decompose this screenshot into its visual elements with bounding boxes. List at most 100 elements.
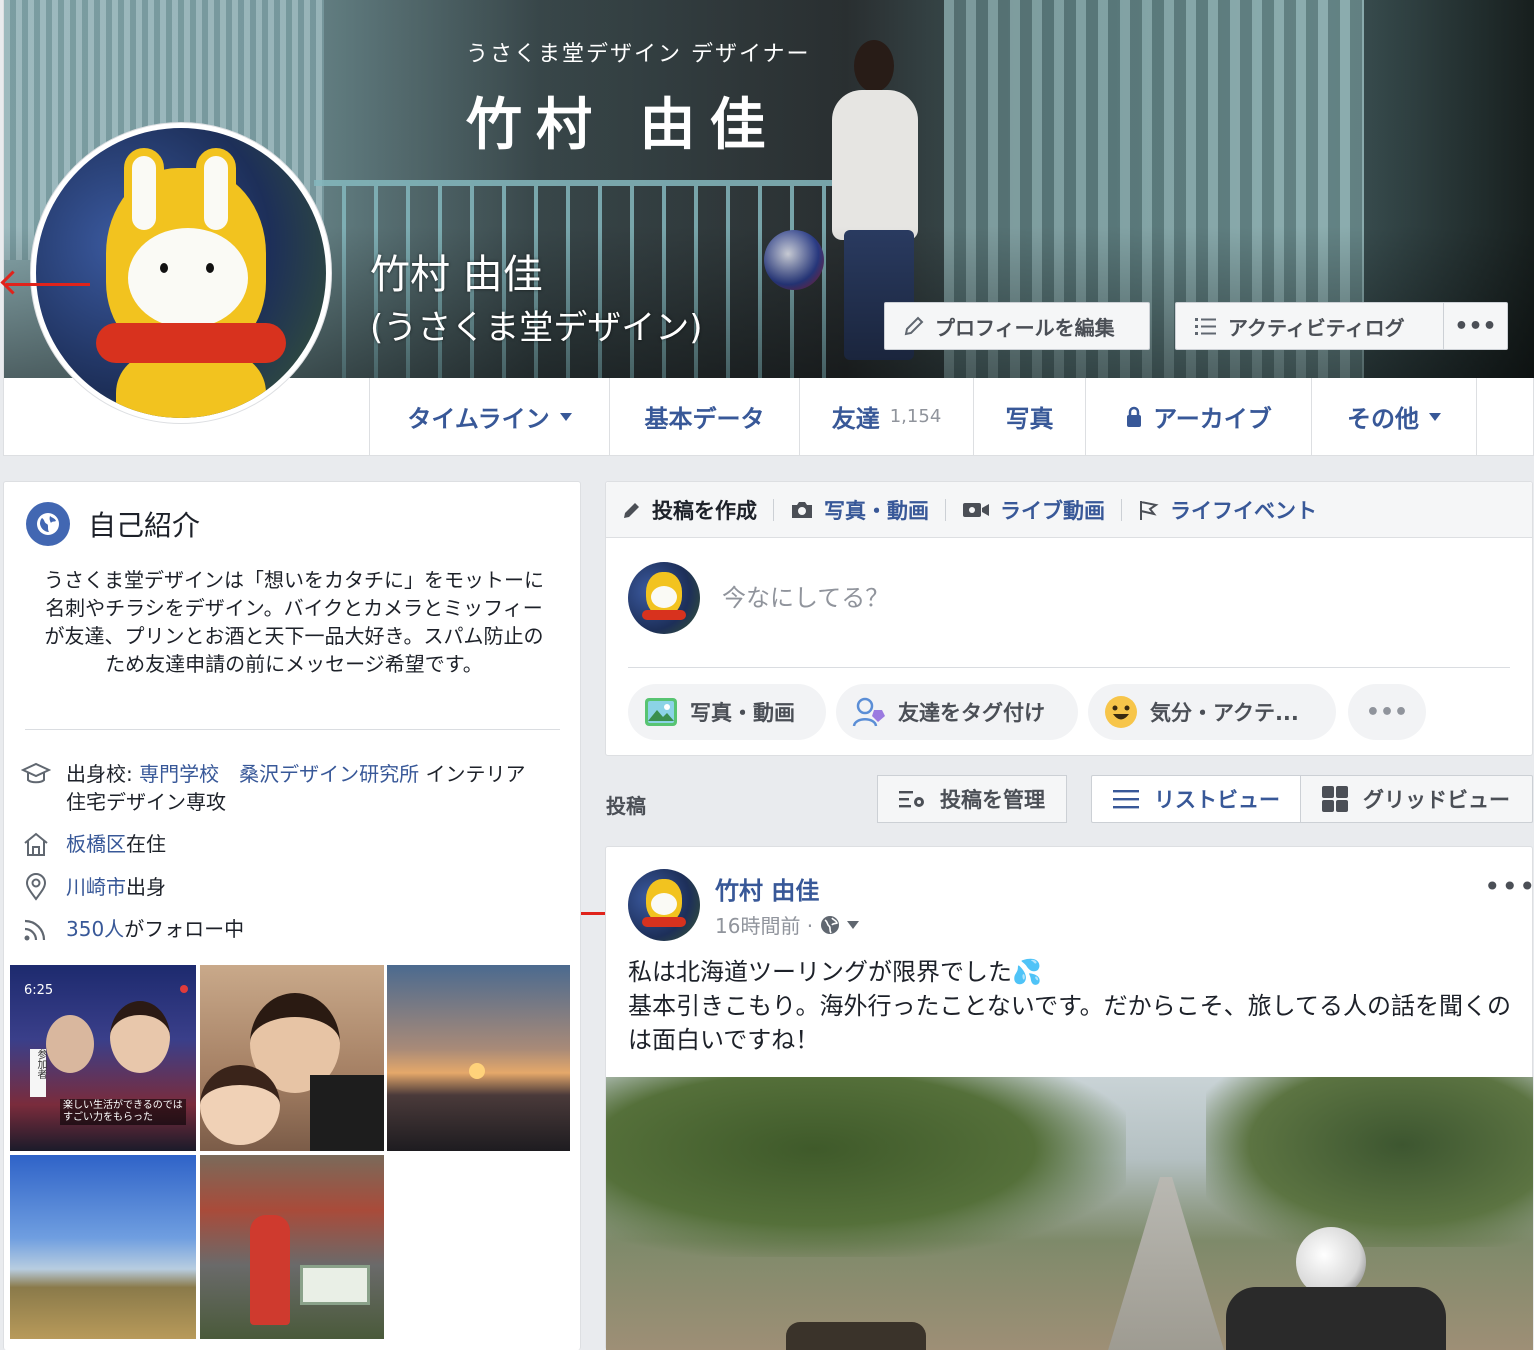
- tab-photo-video[interactable]: 写真・動画: [790, 495, 945, 525]
- featured-photo-sunset[interactable]: [387, 965, 570, 1151]
- list-view-label: リストビュー: [1154, 788, 1280, 812]
- manage-settings-icon: [899, 791, 924, 808]
- composer-tabs: 投稿を作成 写真・動画 ライブ動画 ライフイベント: [606, 482, 1532, 538]
- hometown-link[interactable]: 川崎市: [66, 875, 126, 899]
- tv-time: 6:25: [24, 983, 54, 998]
- profile-name[interactable]: 竹村 由佳: [370, 250, 543, 300]
- friends-count: 1,154: [889, 406, 942, 427]
- edit-profile-label: プロフィールを編集: [935, 315, 1115, 340]
- featured-photo-selfie[interactable]: [200, 965, 384, 1151]
- list-view-button[interactable]: リストビュー: [1091, 775, 1301, 823]
- map-pin-icon: [20, 873, 52, 901]
- tab-photo-video-label: 写真・動画: [824, 498, 929, 523]
- grid-view-icon: [1322, 786, 1348, 812]
- graduation-cap-icon: [20, 760, 52, 788]
- trees-right: [1206, 1077, 1533, 1247]
- list-view-icon: [1113, 790, 1139, 809]
- cover-more-button[interactable]: •••: [1443, 302, 1508, 350]
- tab-friends-label: 友達: [831, 405, 880, 433]
- post-text-line2: 基本引きこもり。海外行ったことないです。だからこそ、旅してる人の話を聞くのは面白…: [628, 992, 1511, 1054]
- featured-photo-tv[interactable]: 6:25 参加者 楽しい生活ができるのでは すごい力をもらった: [10, 965, 196, 1151]
- pencil-icon: [624, 502, 639, 518]
- smiley-icon: [1105, 696, 1137, 728]
- intro-bio: うさくま堂デザインは「想いをカタチに」をモットーに名刺やチラシをデザイン。バイク…: [44, 568, 544, 676]
- education-link-school[interactable]: 桑沢デザイン研究所: [239, 762, 419, 786]
- flag-icon: [1140, 500, 1159, 520]
- photo-video-pill[interactable]: 写真・動画: [628, 684, 826, 740]
- education-link-school-type[interactable]: 専門学校: [139, 762, 219, 786]
- tab-separator: [1121, 498, 1122, 521]
- caret-down-icon[interactable]: [847, 920, 860, 929]
- caret-down-icon: [1429, 412, 1441, 421]
- tab-timeline[interactable]: タイムライン: [369, 378, 609, 455]
- post-options-button[interactable]: •••: [1484, 870, 1534, 903]
- tab-live-video-label: ライブ動画: [1000, 498, 1105, 523]
- profile-alternate-name: (うさくま堂デザイン): [370, 308, 703, 348]
- tv-person-2: [110, 1001, 170, 1073]
- composer-input[interactable]: 今なにしてる？: [722, 578, 889, 613]
- tab-more[interactable]: その他: [1311, 378, 1477, 455]
- intro-divider: [25, 729, 560, 730]
- edit-profile-button[interactable]: プロフィールを編集: [884, 302, 1150, 350]
- intro-header: 自己紹介: [26, 502, 200, 546]
- annotation-arrow: [6, 283, 90, 286]
- tv-caption-line1: 楽しい生活ができるのでは: [63, 1100, 183, 1111]
- hometown-suffix: 出身: [126, 875, 166, 899]
- post-text: 私は北海道ツーリングが限界でした💦 基本引きこもり。海外行ったことないです。だか…: [628, 955, 1513, 1057]
- trees-left: [606, 1077, 1126, 1257]
- residence-row: 板橋区在住: [20, 830, 526, 858]
- featured-photo-field[interactable]: [10, 1155, 196, 1339]
- miffy-photo: [36, 128, 326, 418]
- tab-about[interactable]: 基本データ: [609, 378, 799, 455]
- rider-body: [1226, 1287, 1446, 1350]
- hometown-text: 川崎市出身: [66, 873, 526, 901]
- post-image[interactable]: [606, 1077, 1533, 1350]
- grid-view-label: グリッドビュー: [1363, 788, 1510, 812]
- tv-caption: 楽しい生活ができるのでは すごい力をもらった: [60, 1099, 186, 1125]
- post-text-line1: 私は北海道ツーリングが限界でした💦: [628, 958, 1042, 986]
- photo-video-pill-label: 写真・動画: [690, 701, 795, 725]
- post-author-avatar[interactable]: [628, 869, 700, 941]
- residence-suffix: 在住: [126, 832, 166, 856]
- spectators: [786, 1322, 926, 1350]
- video-camera-icon: [963, 502, 989, 517]
- tab-more-label: その他: [1347, 405, 1419, 433]
- residence-link[interactable]: 板橋区: [66, 832, 126, 856]
- post-timestamp[interactable]: 16時間前 ·: [715, 910, 813, 939]
- feeling-activity-pill[interactable]: 気分・アクテ...: [1088, 684, 1336, 740]
- camera-icon: [792, 501, 812, 518]
- tab-archive[interactable]: アーカイブ: [1085, 378, 1311, 455]
- list-icon: [1195, 318, 1216, 335]
- tab-life-event[interactable]: ライフイベント: [1138, 495, 1333, 525]
- education-prefix: 出身校:: [66, 762, 140, 786]
- intro-title: 自己紹介: [88, 509, 201, 542]
- rss-icon: [20, 915, 52, 943]
- tv-badge: 参加者: [30, 1049, 46, 1097]
- tab-create-post[interactable]: 投稿を作成: [622, 495, 773, 525]
- followers-link[interactable]: 350人: [66, 917, 124, 941]
- tab-photos[interactable]: 写真: [973, 378, 1085, 455]
- tag-friends-pill[interactable]: 友達をタグ付け: [836, 684, 1078, 740]
- grid-view-button[interactable]: グリッドビュー: [1300, 775, 1533, 823]
- tab-live-video[interactable]: ライブ動画: [962, 495, 1121, 525]
- education-row: 出身校: 専門学校 桑沢デザイン研究所 インテリア住宅デザイン専攻: [20, 760, 526, 816]
- tab-life-event-label: ライフイベント: [1170, 498, 1317, 523]
- tab-separator: [773, 498, 774, 521]
- featured-photo-family[interactable]: [200, 1155, 384, 1339]
- profile-nav: タイムライン 基本データ 友達 1,154 写真 アーカイブ その他: [369, 378, 1477, 455]
- composer-avatar[interactable]: [628, 562, 700, 634]
- home-icon: [20, 830, 52, 858]
- activity-log-button[interactable]: アクティビティログ: [1175, 302, 1443, 350]
- posts-label: 投稿: [606, 794, 646, 818]
- caret-down-icon: [559, 412, 572, 421]
- manage-posts-button[interactable]: 投稿を管理: [877, 775, 1067, 823]
- residence-text: 板橋区在住: [66, 830, 526, 858]
- post-author-name[interactable]: 竹村 由佳: [715, 871, 819, 906]
- tv-person-1: [46, 1015, 94, 1073]
- tab-friends[interactable]: 友達 1,154: [799, 378, 973, 455]
- photo-icon: [645, 698, 677, 726]
- tv-caption-line2: すごい力をもらった: [63, 1112, 153, 1123]
- composer-more-button[interactable]: •••: [1348, 684, 1426, 740]
- globe-icon[interactable]: [819, 914, 841, 936]
- profile-picture[interactable]: [30, 122, 332, 424]
